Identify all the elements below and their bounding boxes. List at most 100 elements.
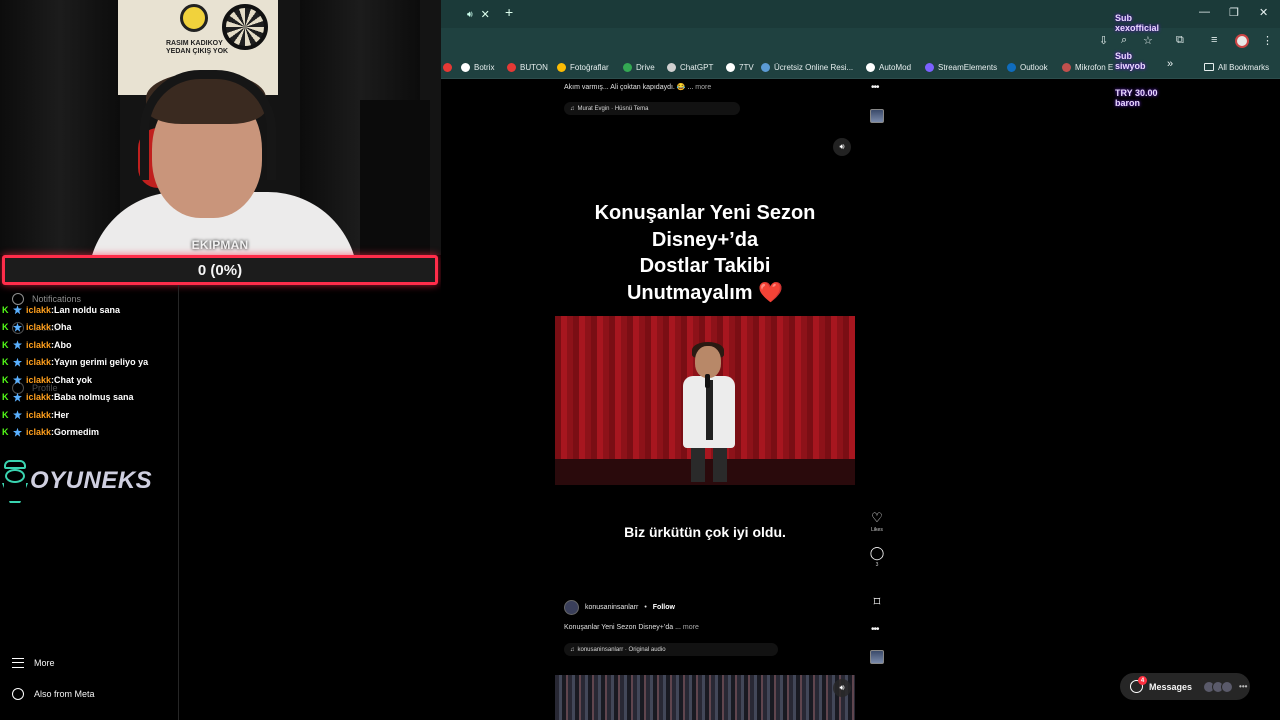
close-window-icon[interactable]: ✕	[1259, 6, 1268, 19]
bookmark-item[interactable]: Drive	[623, 61, 655, 73]
prev-post-audio-thumbnail[interactable]	[870, 109, 884, 123]
sub-alert-2: Sub siwyob	[1115, 51, 1146, 71]
bookmark-item[interactable]: Fotoğraflar	[557, 61, 609, 73]
speaker-icon[interactable]: 🔊︎	[467, 9, 473, 20]
chat-username[interactable]: iclakk	[26, 427, 51, 437]
post-audio[interactable]: ♫ konusaninsanlarr · Original audio	[564, 643, 778, 656]
bookmark-label: Mikrofon E	[1075, 62, 1114, 72]
kick-badge-icon: K	[2, 427, 9, 438]
bookmark-item[interactable]: BUTON	[507, 61, 548, 73]
mute-icon[interactable]: 🔊︎	[833, 138, 851, 156]
media-control-icon[interactable]: ≡	[1211, 34, 1217, 46]
restore-icon[interactable]: ❐	[1229, 6, 1239, 19]
meta-icon	[12, 688, 24, 700]
comment-button[interactable]: ◯ 3	[868, 545, 886, 568]
bookmark-label: AutoMod	[879, 62, 912, 72]
next-reel-preview[interactable]	[555, 675, 855, 720]
all-bookmarks-button[interactable]: All Bookmarks	[1204, 61, 1269, 73]
ellipsis-icon: •••	[1239, 682, 1248, 691]
chat-message: Kiclakk : Chat yok	[2, 371, 182, 389]
poster-emblem	[180, 4, 208, 32]
goal-title: EKIPMAN	[191, 238, 249, 252]
extensions-icon[interactable]: ⧉	[1176, 34, 1184, 47]
reel-video-frame[interactable]	[555, 316, 855, 485]
prev-post-audio[interactable]: ♫ Murat Evgin · Hüsnü Tema	[564, 102, 740, 115]
oyuneks-logo: OYUNEKS	[0, 458, 152, 504]
star-icon[interactable]: ☆	[1143, 34, 1153, 47]
star-badge-icon	[13, 305, 22, 315]
chat-username[interactable]: iclakk	[26, 305, 51, 315]
mic-stand	[360, 100, 430, 255]
message-count-badge: 4	[1138, 676, 1147, 685]
bookmarks-overflow-button[interactable]: »	[1167, 58, 1173, 70]
chat-message: Kiclakk : Baba nolmuş sana	[2, 389, 182, 407]
bookmark-item[interactable]: 7TV	[726, 61, 754, 73]
install-icon[interactable]: ⇩	[1099, 34, 1108, 47]
bookmark-label: Fotoğraflar	[570, 62, 609, 72]
chat-text: Yayın gerimi geliyo ya	[54, 357, 149, 368]
oyuneks-logo-text: OYUNEKS	[30, 467, 153, 494]
bookmark-item[interactable]: Mikrofon E	[1062, 61, 1113, 73]
close-tab-icon[interactable]: ✕	[481, 8, 490, 21]
bookmark-item[interactable]: AutoMod	[866, 61, 911, 73]
chat-message: Kiclakk : Her	[2, 406, 182, 424]
author-avatar[interactable]	[564, 599, 579, 615]
screen: RASIM KADIKOY YEDAN ÇIKIŞ YOK EKIPMAN 0 …	[0, 0, 1280, 720]
bookmark-favicon-icon	[507, 62, 516, 72]
kebab-menu-icon[interactable]: ⋮	[1262, 34, 1273, 47]
music-icon: ♫	[570, 646, 575, 653]
bookmark-item[interactable]: StreamElements	[925, 61, 997, 73]
webcam-feed: RASIM KADIKOY YEDAN ÇIKIŞ YOK	[0, 0, 441, 255]
sidebar-item-label: More	[34, 658, 55, 668]
profile-avatar[interactable]	[1235, 34, 1249, 48]
chat-message: Kiclakk : Yayın gerimi geliyo ya	[2, 354, 182, 372]
star-badge-icon	[13, 427, 22, 437]
author-username[interactable]: konusaninsanlarr	[585, 604, 638, 611]
sidebar-item-also-from-meta[interactable]: Also from Meta	[12, 688, 95, 700]
bookmark-item[interactable]: Ücretsiz Online Resi...	[761, 61, 853, 73]
bookmark-favicon-icon	[1062, 62, 1071, 72]
kick-badge-icon: K	[2, 339, 9, 350]
curtain	[0, 0, 120, 255]
opera-icon[interactable]	[443, 61, 452, 73]
chat-username[interactable]: iclakk	[26, 322, 51, 332]
sidebar-item-more[interactable]: More	[12, 658, 55, 668]
save-button[interactable]: ⌑	[868, 594, 886, 610]
goal-progress-bar: 0 (0%)	[2, 255, 438, 285]
chat-text: Gormedim	[54, 427, 100, 438]
chat-username[interactable]: iclakk	[26, 410, 51, 420]
donation-alert: TRY 30.00 baron	[1115, 88, 1158, 108]
chat-text: Oha	[54, 322, 72, 333]
mute-icon[interactable]: 🔊︎	[833, 679, 851, 697]
poster-text: RASIM KADIKOY YEDAN ÇIKIŞ YOK	[166, 40, 229, 55]
chat-username[interactable]: iclakk	[26, 340, 51, 350]
bookmark-item[interactable]: Outlook	[1007, 61, 1048, 73]
post-options-icon[interactable]: •••	[871, 624, 879, 635]
messages-button[interactable]: 4 Messages •••	[1120, 673, 1250, 700]
reel-subtitle: Biz ürkütün çok iyi oldu.	[624, 524, 786, 540]
more-link[interactable]: more	[683, 624, 699, 631]
like-button[interactable]: ♡ Likes	[868, 510, 886, 533]
sub-alert-1: Sub xexofficial	[1115, 13, 1160, 33]
new-tab-button[interactable]: +	[505, 4, 513, 20]
minimize-icon[interactable]: —	[1199, 6, 1210, 18]
zoom-icon[interactable]: ⌕	[1121, 34, 1127, 47]
audio-thumbnail[interactable]	[870, 650, 884, 664]
bookmark-item[interactable]: Botrix	[461, 61, 494, 73]
chat-username[interactable]: iclakk	[26, 392, 51, 402]
more-link[interactable]: more	[695, 84, 711, 91]
folder-icon	[1204, 63, 1214, 71]
messages-label: Messages	[1149, 681, 1193, 692]
chat-text: Baba nolmuş sana	[54, 392, 134, 403]
prev-post-options-icon[interactable]: •••	[871, 82, 879, 93]
chat-username[interactable]: iclakk	[26, 375, 51, 385]
bookmark-favicon-icon	[623, 62, 632, 72]
bookmark-label: BUTON	[520, 62, 548, 72]
chat-message: Kiclakk : Gormedim	[2, 424, 182, 442]
follow-button[interactable]: Follow	[653, 604, 675, 611]
kick-badge-icon: K	[2, 374, 9, 385]
browser-tab[interactable]: 🔊︎ ✕	[453, 3, 501, 25]
bookmark-item[interactable]: ChatGPT	[667, 61, 713, 73]
chat-username[interactable]: iclakk	[26, 357, 51, 367]
messenger-icon: 4	[1130, 676, 1147, 693]
